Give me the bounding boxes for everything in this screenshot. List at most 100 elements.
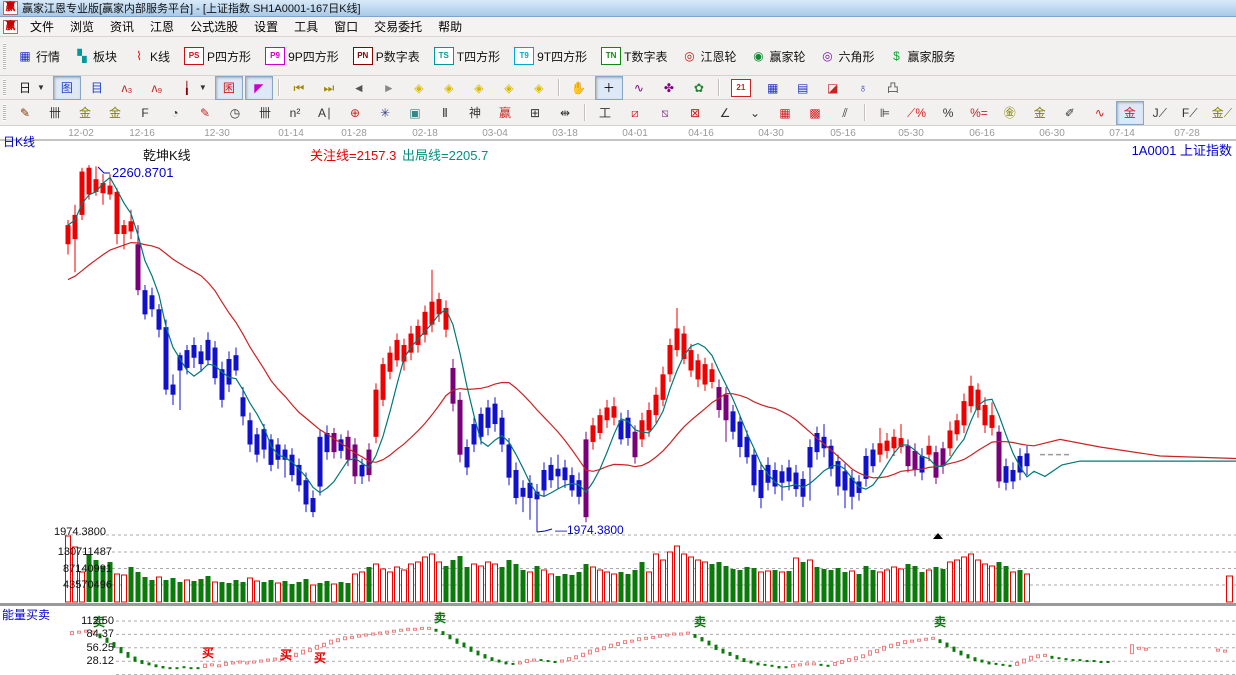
t9-square-button-icon: T9 <box>514 47 534 65</box>
prev-bar-button[interactable]: ◄ <box>345 76 373 100</box>
step-9-button[interactable]: ʌ₉ <box>143 76 171 100</box>
p9-square-button[interactable]: P99P四方形 <box>259 44 345 68</box>
box-fan-button[interactable]: ⧅ <box>651 101 679 125</box>
fan-lines-button-icon: ⧄ <box>627 105 643 121</box>
calculator-button[interactable]: ▦ <box>759 76 787 100</box>
n-squared-button[interactable]: n² <box>281 101 309 125</box>
gold-circle-button[interactable]: ㊎ <box>996 101 1024 125</box>
circle-cross-button[interactable]: ⊕ <box>341 101 369 125</box>
menu-item-设置[interactable]: 设置 <box>246 16 286 37</box>
first-bar-button[interactable]: ⏮ <box>285 76 313 100</box>
percent-line-button[interactable]: %= <box>964 101 994 125</box>
wave-abc-button[interactable]: ∿ <box>1086 101 1114 125</box>
t-number-table-button[interactable]: TNT数字表 <box>595 44 673 68</box>
shape-tool-button[interactable]: ✿ <box>685 76 713 100</box>
chart-canvas[interactable]: 12-0212-1612-3001-1401-2802-1803-0403-18… <box>0 126 1236 675</box>
p-number-table-button[interactable]: PNP数字表 <box>347 44 426 68</box>
step-3-button-icon: ʌ₃ <box>119 80 135 96</box>
menu-item-交易委托[interactable]: 交易委托 <box>366 16 430 37</box>
v-line-button[interactable]: ⌄ <box>741 101 769 125</box>
p-square-button[interactable]: PSP四方形 <box>178 44 257 68</box>
menu-item-窗口[interactable]: 窗口 <box>326 16 366 37</box>
parallel-lines-button[interactable]: ⫽ <box>831 101 859 125</box>
grid-123-button[interactable]: ⊞ <box>521 101 549 125</box>
trendline-tool-button[interactable]: ∿ <box>625 76 653 100</box>
gann-tool-button[interactable]: ✤ <box>655 76 683 100</box>
menu-item-资讯[interactable]: 资讯 <box>102 16 142 37</box>
angle-ruler-button[interactable]: A∣ <box>311 101 339 125</box>
f-angle-button[interactable]: F⟋ <box>1176 101 1204 125</box>
winner-service-button[interactable]: $赢家服务 <box>883 44 962 68</box>
menu-item-江恩[interactable]: 江恩 <box>142 16 182 37</box>
box-rays-button[interactable]: ⊠ <box>681 101 709 125</box>
pan-left-button[interactable]: ◈ <box>405 76 433 100</box>
zoom-out-h-button[interactable]: ◈ <box>465 76 493 100</box>
period-day-button[interactable]: 日▼ <box>11 76 51 100</box>
fan-lines-button[interactable]: ⧄ <box>621 101 649 125</box>
angle-line-button[interactable]: ∠ <box>711 101 739 125</box>
spiral-button[interactable]: ◔ <box>161 101 189 125</box>
time-wheel-button[interactable]: ◷ <box>221 101 249 125</box>
gold-comb-2-button[interactable]: 金 <box>101 101 129 125</box>
title-bar: 赢 赢家江恩专业版[赢家内部服务平台] - [上证指数 SH1A0001-167… <box>0 0 1236 17</box>
ying-comb-button[interactable]: 赢 <box>491 101 519 125</box>
notes-button[interactable]: ▤ <box>789 76 817 100</box>
hexagon-button[interactable]: ◎六角形 <box>814 44 881 68</box>
span-arrows-button[interactable]: ⇹ <box>551 101 579 125</box>
draw-brush-button[interactable]: ✎ <box>11 101 39 125</box>
qiankun-pattern-button[interactable]: 囷 <box>215 76 243 100</box>
gold-angle-button[interactable]: 金⟋ <box>1206 101 1236 125</box>
gann-wheel-button[interactable]: ◎江恩轮 <box>675 44 742 68</box>
next-bar-button[interactable]: ► <box>375 76 403 100</box>
web-link-button[interactable]: ♁ <box>849 76 877 100</box>
info-panel-button[interactable]: 目 <box>83 76 111 100</box>
marker-pen-button[interactable]: ✐ <box>1056 101 1084 125</box>
menu-item-工具[interactable]: 工具 <box>286 16 326 37</box>
menu-item-文件[interactable]: 文件 <box>22 16 62 37</box>
chart-panel: 12-0212-1612-3001-1401-2802-1803-0403-18… <box>0 126 1236 675</box>
comb-grid-button[interactable]: 卌 <box>41 101 69 125</box>
j-angle-button[interactable]: J⟋ <box>1146 101 1174 125</box>
gold-red-button[interactable]: 金 <box>1116 101 1144 125</box>
pattern-view-button[interactable]: 图 <box>53 76 81 100</box>
red-grid-button[interactable]: ▦ <box>771 101 799 125</box>
candle-style-button[interactable]: ╽▼ <box>173 76 213 100</box>
fit-all-button[interactable]: ◈ <box>525 76 553 100</box>
shen-comb-button[interactable]: 神 <box>461 101 489 125</box>
red-grid-2-button[interactable]: ▩ <box>801 101 829 125</box>
hand-tool-button[interactable]: ✋ <box>565 76 593 100</box>
menu-item-帮助[interactable]: 帮助 <box>430 16 470 37</box>
drawing-toolbar: ✎卌金金F◔✎◷卌n²A∣⊕✳▣Ⅱ神赢⊞⇹工⧄⧅⊠∠⌄▦▩⫽⊫⟋%%%=㊎金✐∿… <box>0 100 1236 126</box>
t9-square-button[interactable]: T99T四方形 <box>508 44 593 68</box>
gold-comb-button[interactable]: 金 <box>71 101 99 125</box>
step-3-button[interactable]: ʌ₃ <box>113 76 141 100</box>
quotes-button[interactable]: ▦行情 <box>11 44 66 68</box>
menu-item-公式选股[interactable]: 公式选股 <box>182 16 246 37</box>
svg-text:12-30: 12-30 <box>204 128 230 139</box>
printer-button[interactable]: 凸 <box>879 76 907 100</box>
menu-item-浏览[interactable]: 浏览 <box>62 16 102 37</box>
comb-grid-2-button[interactable]: 卌 <box>251 101 279 125</box>
t-square-button[interactable]: TST四方形 <box>428 44 506 68</box>
percent-button[interactable]: % <box>934 101 962 125</box>
volume-style-button[interactable]: ◤ <box>245 76 273 100</box>
calendar-button[interactable]: 21 <box>725 76 757 100</box>
k-marks-button[interactable]: Ⅱ <box>431 101 459 125</box>
calendar-button-icon: 21 <box>731 79 751 97</box>
sectors-button[interactable]: ▚板块 <box>68 44 123 68</box>
crosshair-tool-button[interactable]: ＋ <box>595 76 623 100</box>
red-brush-button[interactable]: ✎ <box>191 101 219 125</box>
square-target-button[interactable]: ▣ <box>401 101 429 125</box>
pan-right-button[interactable]: ◈ <box>435 76 463 100</box>
kline-button[interactable]: ⌇K线 <box>125 44 176 68</box>
price-ladder-button[interactable]: ⊫ <box>871 101 899 125</box>
gold-levels-button[interactable]: 金 <box>1026 101 1054 125</box>
last-bar-button[interactable]: ⏭ <box>315 76 343 100</box>
star-burst-button[interactable]: ✳ <box>371 101 399 125</box>
gong-tool-button[interactable]: 工 <box>591 101 619 125</box>
f-comb-button[interactable]: F <box>131 101 159 125</box>
percent-slash-button[interactable]: ⟋% <box>901 101 932 125</box>
winner-wheel-button[interactable]: ◉赢家轮 <box>744 44 811 68</box>
save-button[interactable]: ◪ <box>819 76 847 100</box>
zoom-in-h-button[interactable]: ◈ <box>495 76 523 100</box>
